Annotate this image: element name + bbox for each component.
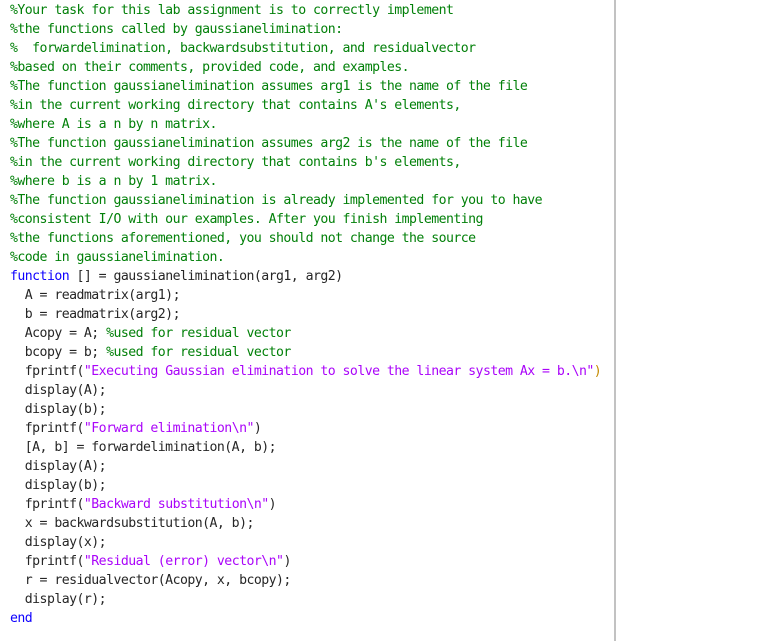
code-line[interactable]: bcopy = b; %used for residual vector <box>10 343 601 362</box>
code-line[interactable]: %where b is a n by 1 matrix. <box>10 172 601 191</box>
code-text: display(A); <box>10 383 107 398</box>
code-text: fprintf( <box>10 421 85 436</box>
code-keyword: end <box>10 611 33 626</box>
code-line[interactable]: fprintf("Residual (error) vector\n") <box>10 552 601 571</box>
code-line[interactable]: %based on their comments, provided code,… <box>10 58 601 77</box>
code-keyword: function <box>10 269 70 284</box>
code-line[interactable]: fprintf("Executing Gaussian elimination … <box>10 362 602 381</box>
code-text: ) <box>283 554 291 569</box>
code-line[interactable]: Acopy = A; %used for residual vector <box>10 324 601 343</box>
code-comment: %The function gaussianelimination assume… <box>10 136 528 151</box>
right-margin-guide <box>614 0 616 641</box>
code-editor[interactable]: %Your task for this lab assignment is to… <box>0 0 765 641</box>
code-text: ) <box>268 497 277 512</box>
code-text: fprintf( <box>10 497 85 512</box>
code-line[interactable]: %the functions called by gaussianelimina… <box>10 20 601 39</box>
code-area[interactable]: %Your task for this lab assignment is to… <box>10 1 602 628</box>
code-comment: %consistent I/O with our examples. After… <box>10 212 483 227</box>
code-line[interactable]: [A, b] = forwardelimination(A, b); <box>10 438 601 457</box>
code-line[interactable]: display(b); <box>10 476 601 495</box>
code-line[interactable]: %Your task for this lab assignment is to… <box>10 1 601 20</box>
code-comment: %used for residual vector <box>106 345 291 360</box>
code-line[interactable]: %The function gaussianelimination is alr… <box>10 191 601 210</box>
code-line[interactable]: %the functions aforementioned, you shoul… <box>10 229 601 248</box>
code-line[interactable]: %code in gaussianelimination. <box>10 248 601 267</box>
code-text: [A, b] = forwardelimination(A, b); <box>10 440 277 455</box>
code-line[interactable]: function [] = gaussianelimination(arg1, … <box>10 267 601 286</box>
code-line[interactable]: display(A); <box>10 457 601 476</box>
code-text: [] = gaussianelimination(arg1, arg2) <box>69 269 344 284</box>
code-text: b = readmatrix(arg2); <box>10 307 181 322</box>
code-line[interactable]: %where A is a n by n matrix. <box>10 115 601 134</box>
code-text: display(A); <box>10 459 107 474</box>
code-string: "Residual (error) vector\n" <box>83 554 284 569</box>
code-text: fprintf( <box>10 554 85 569</box>
code-line[interactable]: display(b); <box>10 400 601 419</box>
code-line[interactable]: %The function gaussianelimination assume… <box>10 134 601 153</box>
code-text: bcopy = b; <box>10 345 107 360</box>
code-text: display(b); <box>10 478 107 493</box>
code-comment: %code in gaussianelimination. <box>10 250 225 265</box>
code-line[interactable]: fprintf("Forward elimination\n") <box>10 419 601 438</box>
code-comment: %the functions aforementioned, you shoul… <box>10 231 476 246</box>
code-line[interactable]: display(A); <box>10 381 601 400</box>
code-text: display(x); <box>10 535 107 550</box>
code-comment: %The function gaussianelimination assume… <box>10 79 528 94</box>
code-comment: %where b is a n by 1 matrix. <box>10 174 217 189</box>
code-line[interactable]: %in the current working directory that c… <box>10 153 601 172</box>
code-line[interactable]: r = residualvector(Acopy, x, bcopy); <box>10 571 601 590</box>
code-text: Acopy = A; <box>10 326 107 341</box>
code-text: A = readmatrix(arg1); <box>10 288 181 303</box>
code-line[interactable]: fprintf("Backward substitution\n") <box>10 495 601 514</box>
code-string: "Forward elimination\n" <box>83 421 255 436</box>
code-comment: %where A is a n by n matrix. <box>10 117 217 132</box>
code-line[interactable]: %The function gaussianelimination assume… <box>10 77 601 96</box>
code-line[interactable]: %consistent I/O with our examples. After… <box>10 210 601 229</box>
code-line[interactable]: %in the current working directory that c… <box>10 96 601 115</box>
code-text: display(b); <box>10 402 107 417</box>
code-text: ) <box>253 421 262 436</box>
code-comment: %used for residual vector <box>106 326 291 341</box>
matched-paren-highlight: ) <box>593 364 602 379</box>
code-text: r = residualvector(Acopy, x, bcopy); <box>10 573 292 588</box>
code-line[interactable]: A = readmatrix(arg1); <box>10 286 601 305</box>
code-text: display(r); <box>10 592 107 607</box>
code-comment: %in the current working directory that c… <box>10 98 461 113</box>
code-comment: %The function gaussianelimination is alr… <box>10 193 543 208</box>
code-line[interactable]: b = readmatrix(arg2); <box>10 305 601 324</box>
code-comment: %the functions called by gaussianelimina… <box>10 22 343 37</box>
code-line[interactable]: x = backwardsubstitution(A, b); <box>10 514 601 533</box>
code-line[interactable]: end <box>10 609 601 628</box>
code-string: "Executing Gaussian elimination to solve… <box>83 364 594 379</box>
code-line[interactable]: display(r); <box>10 590 601 609</box>
code-comment: %Your task for this lab assignment is to… <box>10 3 454 18</box>
code-text: x = backwardsubstitution(A, b); <box>10 516 255 531</box>
code-line[interactable]: display(x); <box>10 533 601 552</box>
code-line[interactable]: % forwardelimination, backwardsubstituti… <box>10 39 601 58</box>
code-comment: % forwardelimination, backwardsubstituti… <box>10 41 476 56</box>
code-comment: %based on their comments, provided code,… <box>10 60 410 75</box>
code-comment: %in the current working directory that c… <box>10 155 461 170</box>
code-text: fprintf( <box>10 364 85 379</box>
code-string: "Backward substitution\n" <box>83 497 269 512</box>
